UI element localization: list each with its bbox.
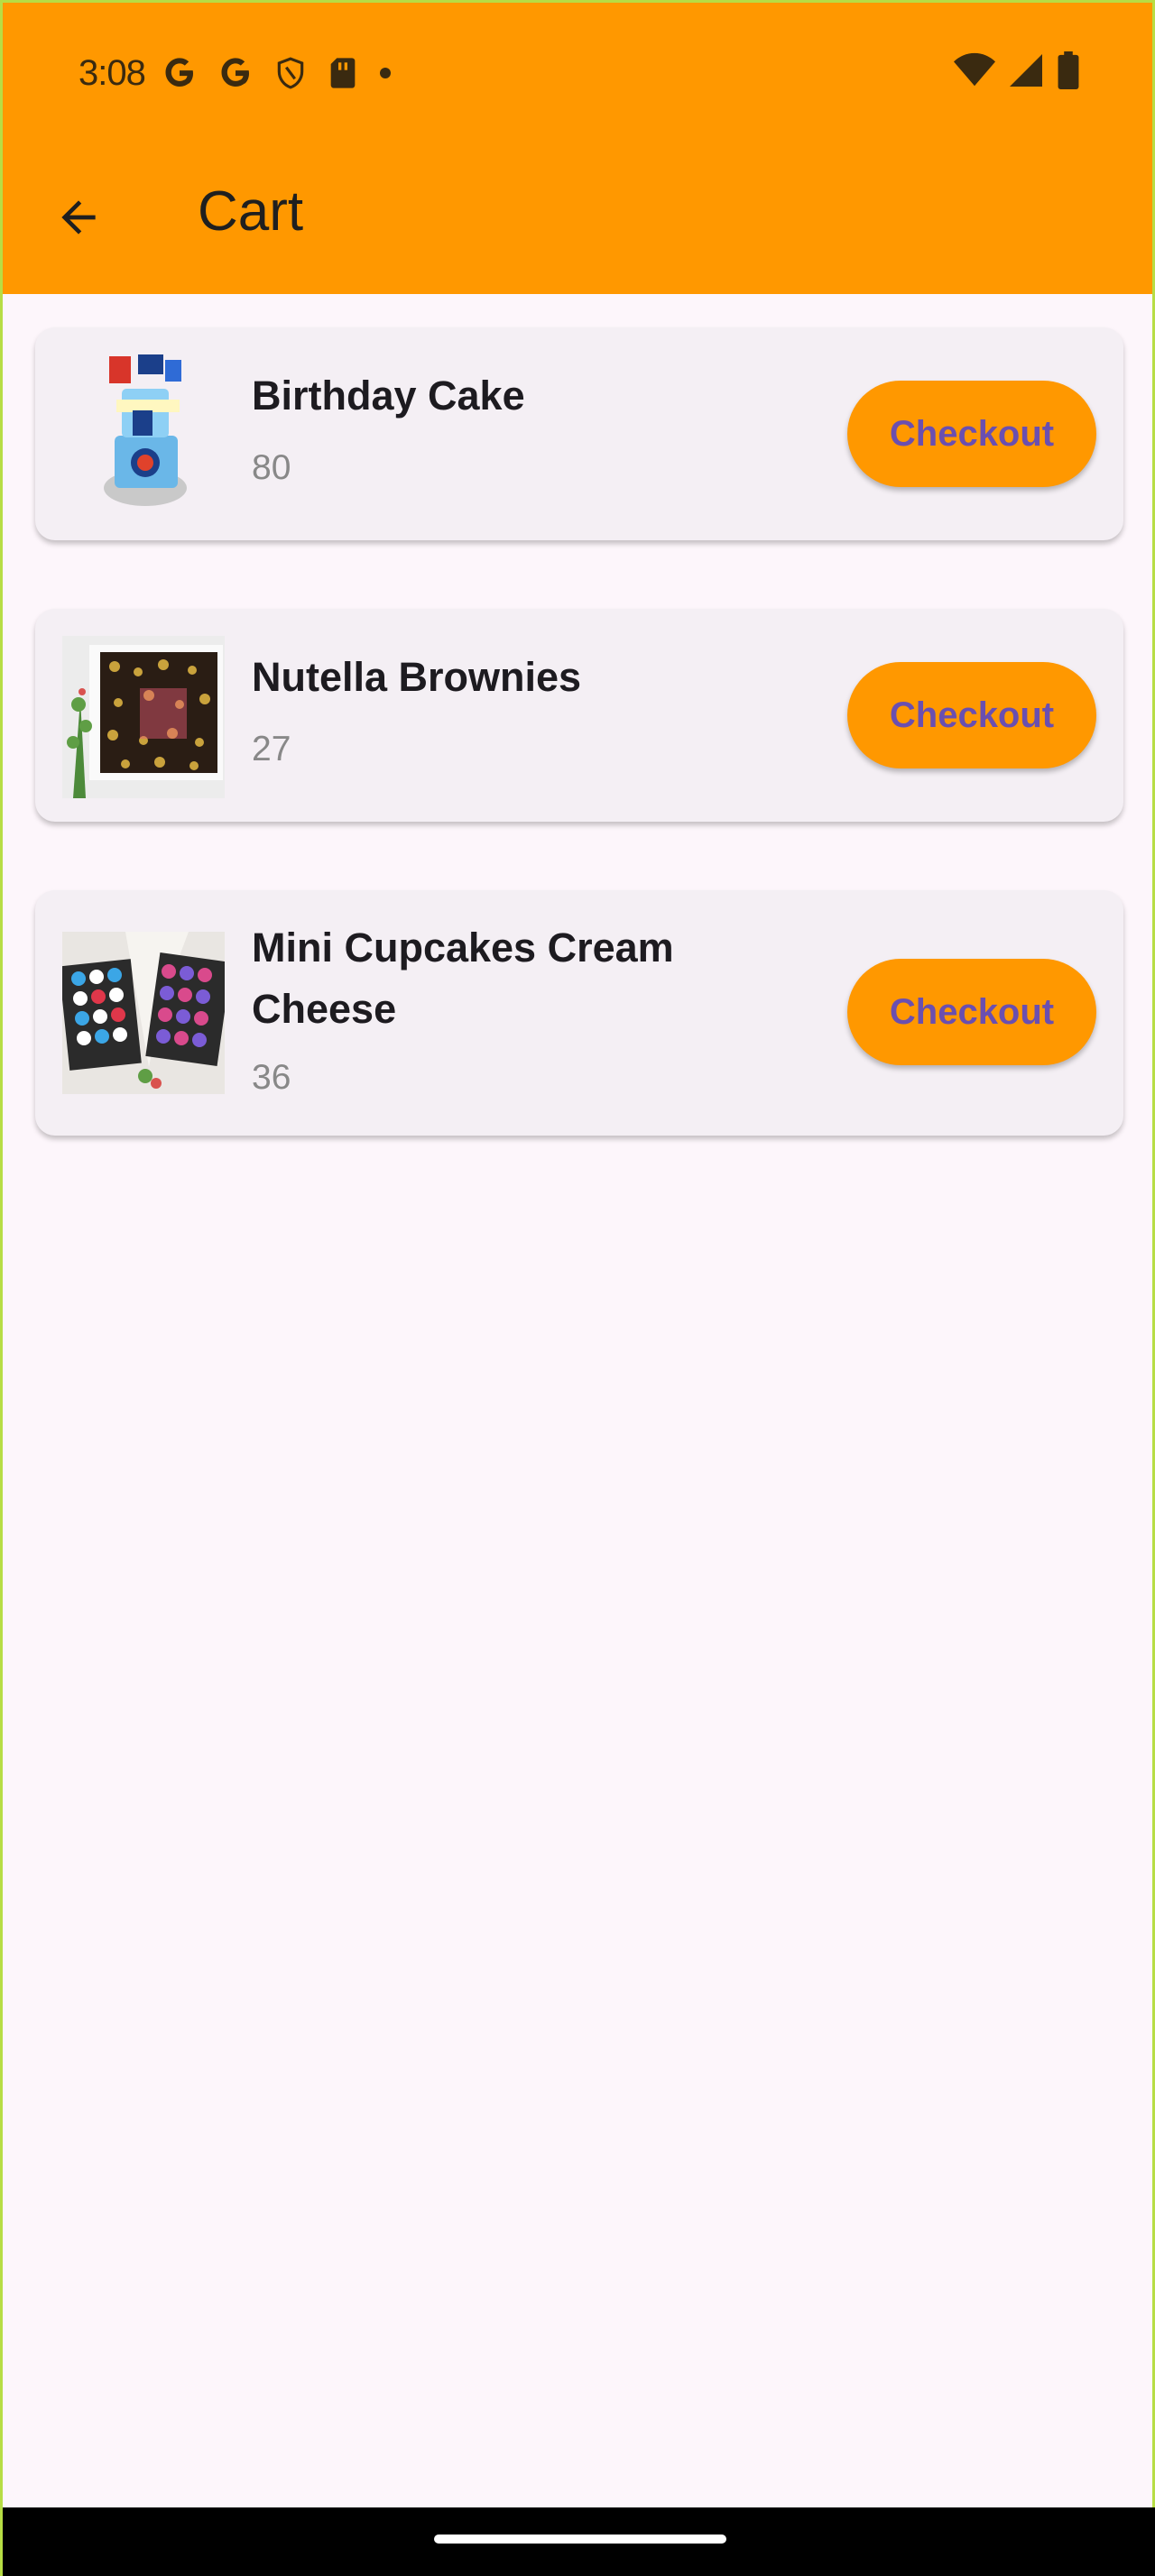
google-g-icon bbox=[217, 55, 254, 91]
item-name: Mini Cupcakes Cream Cheese bbox=[252, 925, 674, 1032]
item-price: 80 bbox=[252, 448, 291, 487]
status-bar: 3:08 bbox=[79, 46, 412, 100]
mini-cupcakes-image bbox=[62, 932, 225, 1094]
wifi-icon bbox=[954, 52, 995, 93]
cart-item: Birthday Cake 80 Checkout bbox=[35, 327, 1123, 540]
sd-card-icon bbox=[328, 55, 358, 91]
checkout-button[interactable]: Checkout bbox=[847, 381, 1096, 487]
app-bar: 3:08 Cart bbox=[3, 3, 1152, 294]
arrow-back-icon bbox=[53, 192, 104, 247]
cellular-signal-icon bbox=[1008, 52, 1044, 93]
status-right bbox=[954, 51, 1080, 94]
page-title: Cart bbox=[198, 180, 304, 243]
nutella-brownies-image bbox=[62, 636, 225, 798]
checkout-button[interactable]: Checkout bbox=[847, 662, 1096, 768]
google-g-icon bbox=[162, 55, 198, 91]
cart-item: Nutella Brownies 27 Checkout bbox=[35, 609, 1123, 822]
dot-icon bbox=[378, 66, 393, 80]
item-name: Birthday Cake bbox=[252, 373, 525, 419]
home-gesture-handle[interactable] bbox=[434, 2535, 726, 2544]
system-navigation-bar bbox=[3, 2507, 1155, 2576]
birthday-cake-image bbox=[62, 353, 225, 515]
back-button[interactable] bbox=[50, 190, 107, 248]
battery-icon bbox=[1057, 51, 1080, 94]
checkout-button[interactable]: Checkout bbox=[847, 959, 1096, 1065]
item-name: Nutella Brownies bbox=[252, 654, 582, 700]
item-price: 27 bbox=[252, 730, 291, 768]
status-time: 3:08 bbox=[79, 52, 146, 93]
item-price: 36 bbox=[252, 1058, 291, 1097]
cart-item: Mini Cupcakes Cream Cheese 36 Checkout bbox=[35, 890, 1123, 1136]
shield-icon bbox=[273, 55, 308, 91]
